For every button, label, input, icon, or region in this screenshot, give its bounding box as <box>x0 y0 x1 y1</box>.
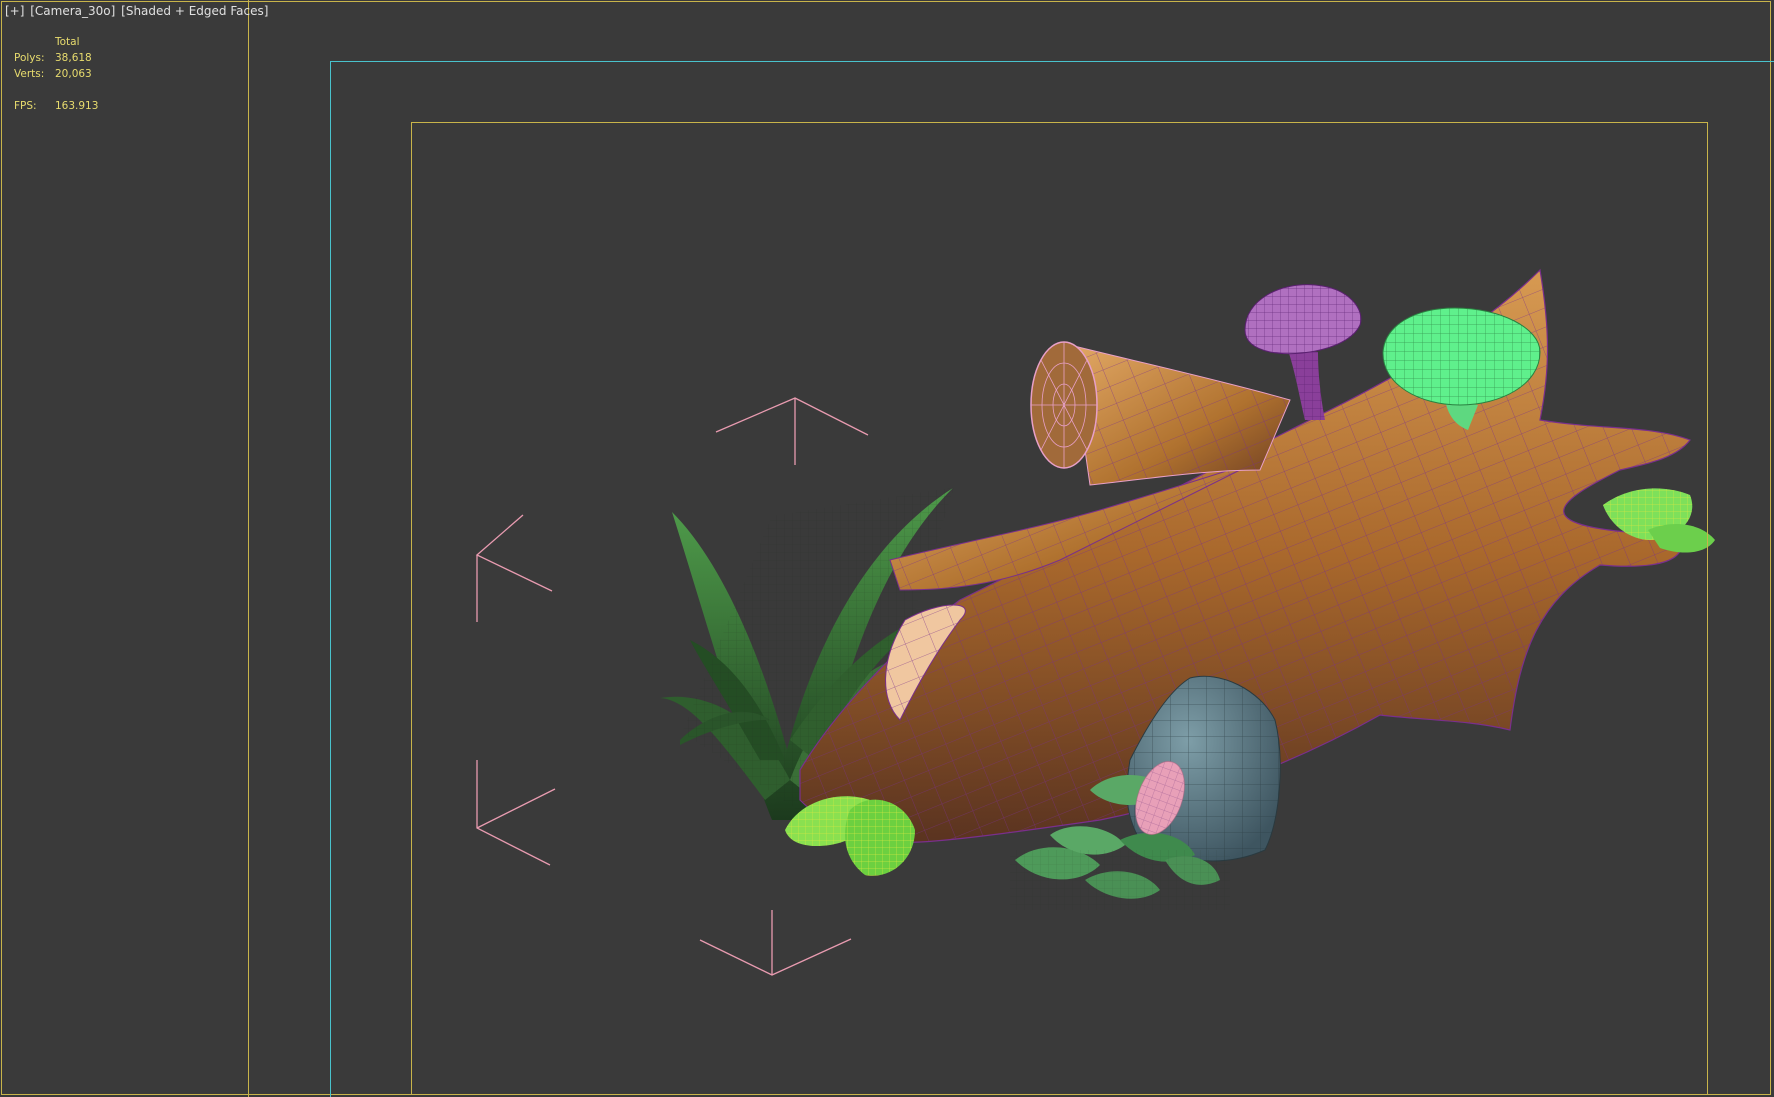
verts-value: 20,063 <box>55 68 92 80</box>
polys-value: 38,618 <box>55 52 92 64</box>
fps-label: FPS: <box>14 100 37 112</box>
viewport-camera[interactable]: [+] [Camera_30o] [Shaded + Edged Faces] … <box>0 0 1774 1097</box>
statistics-overlay: Total Polys: 38,618 Verts: 20,063 FPS: 1… <box>14 34 98 114</box>
polys-label: Polys: <box>14 52 45 64</box>
viewport-shading-menu[interactable]: [Shaded + Edged Faces] <box>121 4 268 18</box>
safe-frame-left-line <box>248 0 249 1097</box>
viewport-label-menu[interactable]: [+] [Camera_30o] [Shaded + Edged Faces] <box>5 4 270 18</box>
viewport-plus-menu[interactable]: [+] <box>5 4 24 18</box>
viewport-camera-menu[interactable]: [Camera_30o] <box>30 4 115 18</box>
fps-value: 163.913 <box>55 100 99 112</box>
action-safe-frame <box>411 122 1708 1095</box>
stats-header: Total <box>55 36 80 48</box>
verts-label: Verts: <box>14 68 45 80</box>
